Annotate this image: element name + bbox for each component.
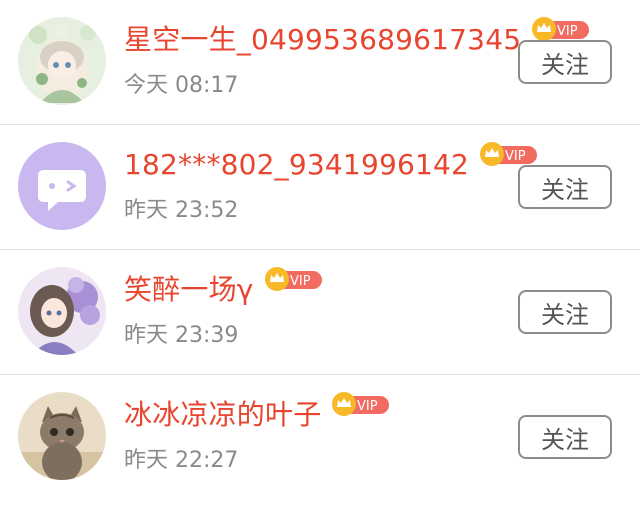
crown-icon: VIP <box>532 17 590 41</box>
avatar[interactable] <box>18 17 106 105</box>
follow-list: 星空一生_049953689617345 VIP 今天 08:17 关注 182… <box>0 0 640 500</box>
list-item[interactable]: 星空一生_049953689617345 VIP 今天 08:17 关注 <box>0 0 640 125</box>
crown-icon: VIP <box>480 142 538 166</box>
vip-badge: VIP <box>479 141 538 167</box>
chat-bubble-icon <box>18 142 106 230</box>
vip-badge: VIP <box>264 266 322 292</box>
name-line: 182***802_9341996142 VIP <box>124 142 538 183</box>
name-line: 冰冰凉凉的叶子 VIP <box>124 392 390 433</box>
user-name[interactable]: 笑醉一场γ <box>124 272 254 308</box>
user-name[interactable]: 182***802_9341996142 <box>124 147 469 183</box>
name-line: 笑醉一场γ VIP <box>124 267 322 308</box>
vip-badge: VIP <box>531 16 590 42</box>
list-item[interactable]: 笑醉一场γ VIP 昨天 23:39 关注 <box>0 250 640 375</box>
follow-time: 昨天 22:27 <box>124 448 239 473</box>
follow-time: 昨天 23:52 <box>124 198 239 223</box>
follow-time: 今天 08:17 <box>124 73 239 98</box>
vip-label: VIP <box>505 149 526 164</box>
follow-button[interactable]: 关注 <box>518 165 612 209</box>
vip-badge: VIP <box>331 391 390 417</box>
avatar[interactable] <box>18 142 106 230</box>
anime-girl-avatar-icon <box>18 267 106 355</box>
anime-girl-avatar-icon <box>18 17 106 105</box>
crown-icon: VIP <box>332 392 390 416</box>
kitten-icon <box>18 392 106 480</box>
vip-label: VIP <box>357 399 378 414</box>
follow-button[interactable]: 关注 <box>518 290 612 334</box>
list-item[interactable]: 182***802_9341996142 VIP 昨天 23:52 关注 <box>0 125 640 250</box>
follow-time: 昨天 23:39 <box>124 323 239 348</box>
crown-icon: VIP <box>264 267 322 291</box>
list-item[interactable]: 冰冰凉凉的叶子 VIP 昨天 22:27 关注 <box>0 375 640 500</box>
vip-label: VIP <box>290 274 311 289</box>
follow-button[interactable]: 关注 <box>518 415 612 459</box>
follow-button[interactable]: 关注 <box>518 40 612 84</box>
vip-label: VIP <box>557 24 578 39</box>
avatar[interactable] <box>18 392 106 480</box>
avatar[interactable] <box>18 267 106 355</box>
user-name[interactable]: 星空一生_049953689617345 <box>124 22 521 58</box>
user-name[interactable]: 冰冰凉凉的叶子 <box>124 397 321 433</box>
